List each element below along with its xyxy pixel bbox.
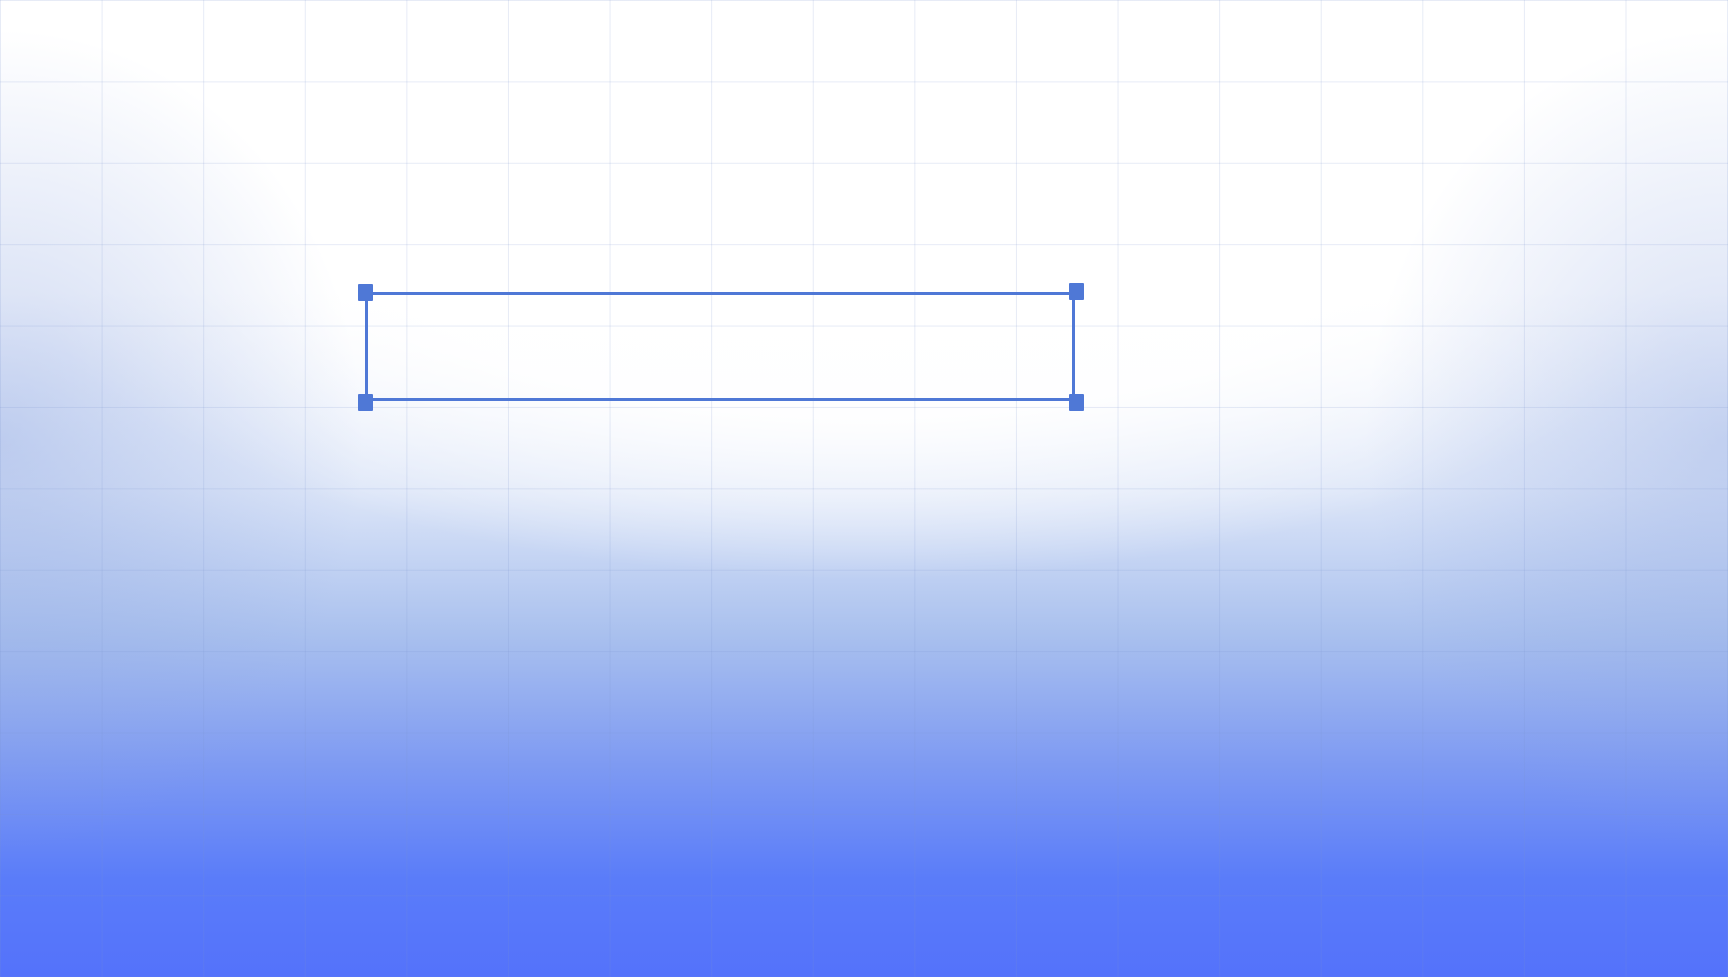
- selected-rectangle-shape[interactable]: [365, 292, 1075, 401]
- resize-handle-bottom-right[interactable]: [1069, 394, 1084, 411]
- resize-handle-bottom-left[interactable]: [358, 394, 373, 411]
- canvas-grid: [0, 0, 1728, 977]
- resize-handle-top-right[interactable]: [1069, 283, 1084, 300]
- resize-handle-top-left[interactable]: [358, 284, 373, 301]
- drawing-canvas[interactable]: [0, 0, 1728, 977]
